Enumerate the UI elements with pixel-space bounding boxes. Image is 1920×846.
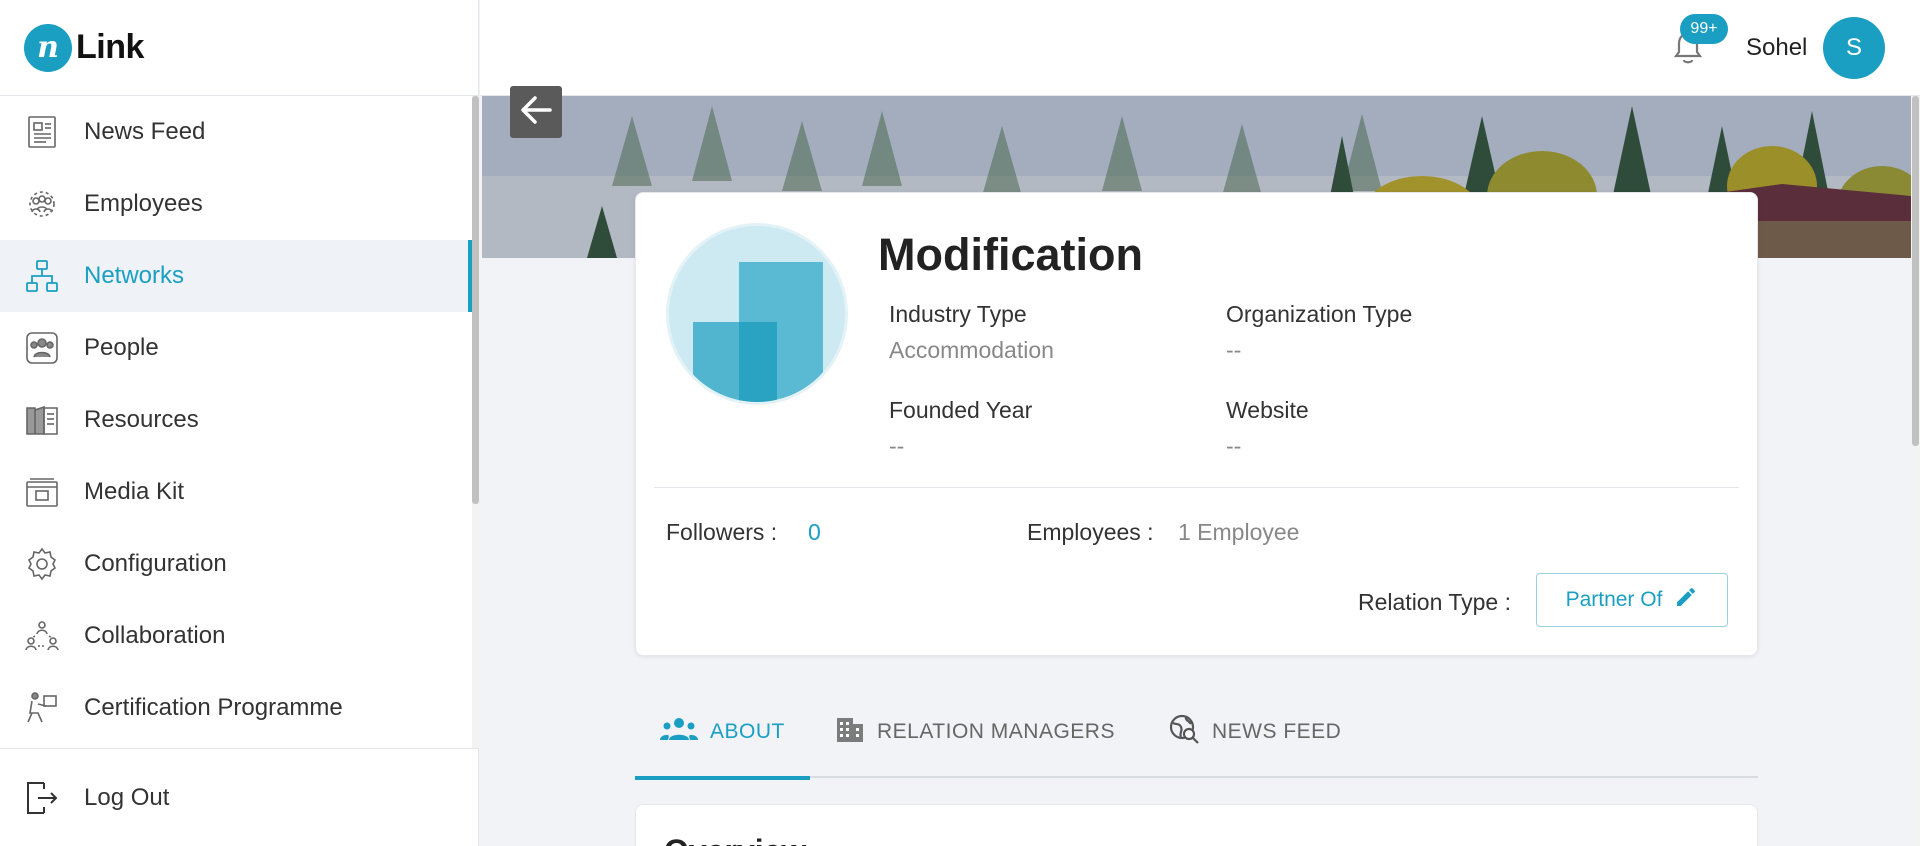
people-icon: [24, 330, 60, 366]
organization-type-label: Organization Type: [1226, 301, 1413, 327]
tab-relation-managers[interactable]: RELATION MANAGERS: [835, 686, 1115, 778]
sidebar-scrollbar-thumb[interactable]: [472, 96, 479, 504]
sidebar-item-media-kit[interactable]: Media Kit: [0, 456, 472, 528]
industry-type-value: Accommodation: [889, 337, 1054, 363]
profile-tabs: ABOUT RELATION MANAGERS NEWS FEED: [635, 686, 1758, 780]
logo[interactable]: n Link: [0, 0, 478, 96]
relation-type-value: Partner Of: [1565, 588, 1663, 611]
overview-title: Overview: [664, 833, 806, 846]
tab-label: RELATION MANAGERS: [877, 720, 1115, 743]
sidebar-item-label: Networks: [84, 262, 185, 289]
sidebar-item-label: Media Kit: [84, 478, 185, 505]
sidebar-item-configuration[interactable]: Configuration: [0, 528, 472, 600]
network-icon: [24, 258, 60, 294]
tab-label: NEWS FEED: [1212, 720, 1342, 743]
newspaper-icon: [24, 114, 60, 150]
sidebar-item-label: News Feed: [84, 118, 206, 145]
logout-icon: [24, 780, 60, 816]
founded-year-value: --: [889, 433, 905, 459]
sidebar-item-label: Collaboration: [84, 622, 226, 649]
logo-text: Link: [76, 28, 144, 66]
certification-icon: [24, 690, 60, 726]
arrow-left-icon: [518, 92, 554, 133]
relation-type-label: Relation Type :: [1358, 589, 1512, 615]
pencil-icon: [1674, 585, 1698, 615]
group-icon: [660, 716, 698, 748]
main-scrollbar-thumb[interactable]: [1912, 96, 1919, 446]
website-value: --: [1226, 433, 1242, 459]
building-icon: [835, 714, 865, 750]
sidebar-item-label: Certification Programme: [84, 694, 343, 721]
sidebar-item-people[interactable]: People: [0, 312, 472, 384]
sidebar-item-resources[interactable]: Resources: [0, 384, 472, 456]
followers-count[interactable]: 0: [808, 519, 821, 546]
sidebar-item-certification-programme[interactable]: Certification Programme: [0, 672, 472, 744]
organization-name: Modification: [878, 229, 1143, 280]
globe-search-icon: [1168, 713, 1200, 751]
sidebar-item-collaboration[interactable]: Collaboration: [0, 600, 472, 672]
employees-icon: [24, 186, 60, 222]
founded-year-label: Founded Year: [889, 397, 1033, 423]
organization-logo: [666, 223, 848, 405]
user-name[interactable]: Sohel: [1746, 34, 1807, 62]
book-icon: [24, 402, 60, 438]
website-label: Website: [1226, 397, 1309, 423]
sidebar-item-networks[interactable]: Networks: [0, 240, 472, 312]
industry-type-label: Industry Type: [889, 301, 1027, 327]
followers-label: Followers :: [666, 519, 778, 545]
logout-button[interactable]: Log Out: [0, 748, 479, 846]
tab-news-feed[interactable]: NEWS FEED: [1168, 686, 1341, 778]
sidebar-item-label: People: [84, 334, 159, 361]
gear-icon: [24, 546, 60, 582]
main-scrollbar[interactable]: [1911, 96, 1920, 846]
divider: [654, 487, 1739, 488]
notification-badge: 99+: [1680, 14, 1728, 44]
overview-card: Overview: [635, 804, 1758, 846]
tab-about[interactable]: ABOUT: [635, 686, 810, 780]
employees-count: 1 Employee: [1178, 519, 1300, 545]
organization-profile-card: Modification Industry Type Accommodation…: [635, 192, 1758, 656]
sidebar-item-employees[interactable]: Employees: [0, 168, 472, 240]
logout-label: Log Out: [84, 783, 170, 811]
sidebar-item-news-feed[interactable]: News Feed: [0, 96, 472, 168]
sidebar: n Link News Feed Employees Networks Peop…: [0, 0, 479, 846]
avatar[interactable]: S: [1823, 17, 1885, 79]
sidebar-item-label: Employees: [84, 190, 203, 217]
sidebar-item-label: Resources: [84, 406, 199, 433]
employees-label: Employees :: [1027, 519, 1154, 545]
relation-type-button[interactable]: Partner Of: [1536, 573, 1728, 627]
organization-type-value: --: [1226, 337, 1242, 363]
sidebar-nav: News Feed Employees Networks People Reso…: [0, 96, 472, 748]
sidebar-item-label: Configuration: [84, 550, 227, 577]
tab-label: ABOUT: [710, 720, 785, 743]
media-kit-icon: [24, 474, 60, 510]
sidebar-scrollbar[interactable]: [472, 96, 479, 748]
back-button[interactable]: [510, 86, 562, 138]
logo-mark: n: [24, 23, 72, 72]
collaboration-icon: [24, 618, 60, 654]
